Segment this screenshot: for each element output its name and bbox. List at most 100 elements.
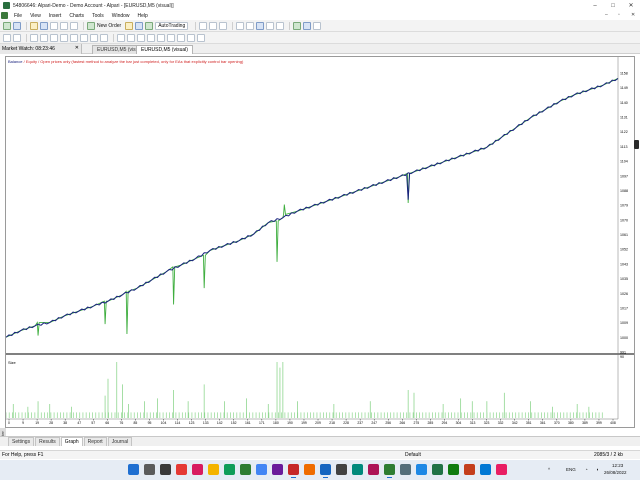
- media-app-icon[interactable]: [176, 464, 187, 475]
- menu-charts[interactable]: Charts: [65, 13, 88, 19]
- new-chart-icon[interactable]: [3, 21, 11, 30]
- volume-icon[interactable]: ◖: [596, 467, 599, 472]
- period-w1-icon[interactable]: [187, 33, 195, 42]
- search-icon[interactable]: [144, 464, 155, 475]
- x-tick-label: 266: [399, 421, 405, 425]
- terminal-icon[interactable]: [60, 21, 68, 30]
- app-icon-blue[interactable]: [480, 464, 491, 475]
- scroll-handle-icon[interactable]: [634, 140, 639, 149]
- tile-windows-icon[interactable]: [256, 21, 265, 30]
- tab-results[interactable]: Results: [35, 437, 60, 446]
- chrome-icon[interactable]: [224, 464, 235, 475]
- zoom-out-icon[interactable]: [246, 21, 255, 30]
- app-icon-magenta[interactable]: [496, 464, 507, 475]
- navigator-icon[interactable]: [50, 21, 58, 30]
- autotrading-button[interactable]: AutoTrading: [155, 21, 189, 30]
- autoscroll-icon[interactable]: [266, 21, 275, 30]
- period-m15-icon[interactable]: [137, 33, 145, 42]
- templates-icon[interactable]: [313, 21, 322, 30]
- menu-help[interactable]: Help: [134, 13, 152, 19]
- close-button[interactable]: ✕: [622, 0, 640, 11]
- toolbar-separator: [83, 21, 84, 30]
- app-icon-green-2[interactable]: [448, 464, 459, 475]
- menu-tools[interactable]: Tools: [88, 13, 108, 19]
- chart-menu-icon[interactable]: [1, 12, 8, 19]
- crosshair-icon[interactable]: [13, 33, 21, 42]
- period-d1-icon[interactable]: [177, 33, 185, 42]
- menu-insert[interactable]: Insert: [45, 13, 66, 19]
- y-tick-label: 1158: [620, 72, 628, 76]
- vscode-icon[interactable]: [320, 464, 331, 478]
- period-m1-icon[interactable]: [117, 33, 125, 42]
- child-restore-button[interactable]: ▫: [618, 12, 620, 18]
- maximize-button[interactable]: □: [604, 0, 622, 11]
- tray-date[interactable]: 26/08/2022: [604, 470, 627, 475]
- horizontal-line-icon[interactable]: [40, 33, 48, 42]
- period-h4-icon[interactable]: [167, 33, 175, 42]
- tab-settings[interactable]: Settings: [8, 437, 35, 446]
- strategy-tester-icon[interactable]: [70, 21, 78, 30]
- file-explorer-icon[interactable]: [208, 464, 219, 475]
- periods-icon[interactable]: [303, 21, 312, 30]
- app-icon-teal[interactable]: [352, 464, 363, 475]
- menu-view[interactable]: View: [26, 13, 45, 19]
- text-icon[interactable]: [80, 33, 88, 42]
- app-icon-orange[interactable]: [304, 464, 315, 475]
- excel-icon[interactable]: [432, 464, 443, 475]
- child-minimize-button[interactable]: –: [605, 12, 608, 18]
- arrows-icon[interactable]: [100, 33, 108, 42]
- fibonacci-icon[interactable]: [70, 33, 78, 42]
- minimize-button[interactable]: –: [586, 0, 604, 11]
- tab-journal[interactable]: Journal: [107, 437, 133, 446]
- tray-time[interactable]: 12:23: [612, 463, 623, 468]
- tab-graph[interactable]: Graph: [60, 437, 83, 446]
- tab-report[interactable]: Report: [83, 437, 107, 446]
- balance-equity-chart: 1158114911401131112211131104109710881079…: [6, 57, 634, 425]
- indicators-icon[interactable]: [293, 21, 302, 30]
- powerpoint-icon[interactable]: [464, 464, 475, 475]
- trendline-icon[interactable]: [50, 33, 58, 42]
- period-m5-icon[interactable]: [127, 33, 135, 42]
- app-icon-dark[interactable]: [336, 464, 347, 475]
- autotrading-icon[interactable]: [145, 21, 154, 30]
- market-watch-close-button[interactable]: ✕: [75, 45, 79, 51]
- period-m30-icon[interactable]: [147, 33, 155, 42]
- line-chart-icon[interactable]: [219, 21, 228, 30]
- chart-tab-active[interactable]: EURUSD,M5 (visual): [136, 45, 193, 54]
- tray-chevron-icon[interactable]: ^: [548, 467, 550, 472]
- zoom-in-icon[interactable]: [236, 21, 245, 30]
- market-watch-icon[interactable]: [30, 21, 38, 30]
- signals-icon[interactable]: [135, 21, 144, 30]
- menu-window[interactable]: Window: [108, 13, 134, 19]
- network-icon[interactable]: ◔: [585, 467, 588, 472]
- task-view-icon[interactable]: [160, 464, 171, 475]
- child-close-button[interactable]: ✕: [631, 12, 635, 18]
- candlesticks-icon[interactable]: [209, 21, 218, 30]
- new-order-button[interactable]: New Order: [97, 23, 121, 29]
- profiles-icon[interactable]: [13, 21, 21, 30]
- app-icon-purple[interactable]: [272, 464, 283, 475]
- equidistant-channel-icon[interactable]: [60, 33, 68, 42]
- period-h1-icon[interactable]: [157, 33, 165, 42]
- label-icon[interactable]: [90, 33, 98, 42]
- new-order-icon[interactable]: [87, 21, 95, 30]
- start-icon[interactable]: [128, 464, 139, 475]
- app-icon-pink[interactable]: [368, 464, 379, 475]
- toolbar-separator: [113, 33, 114, 42]
- app-icon-gray[interactable]: [400, 464, 411, 475]
- metatrader-icon[interactable]: [384, 464, 395, 478]
- browser-icon[interactable]: [256, 464, 267, 475]
- data-window-icon[interactable]: [40, 21, 48, 30]
- vertical-line-icon[interactable]: [30, 33, 38, 42]
- app-icon-green[interactable]: [240, 464, 251, 475]
- metaeditor-icon[interactable]: [125, 21, 134, 30]
- filezilla-icon[interactable]: [288, 464, 299, 478]
- mail-icon[interactable]: [416, 464, 427, 475]
- period-mn-icon[interactable]: [197, 33, 205, 42]
- language-indicator[interactable]: ENG: [566, 467, 576, 472]
- photos-icon[interactable]: [192, 464, 203, 475]
- chart-shift-icon[interactable]: [276, 21, 285, 30]
- menu-file[interactable]: File: [10, 13, 26, 19]
- bar-chart-icon[interactable]: [199, 21, 208, 30]
- cursor-icon[interactable]: [3, 33, 11, 42]
